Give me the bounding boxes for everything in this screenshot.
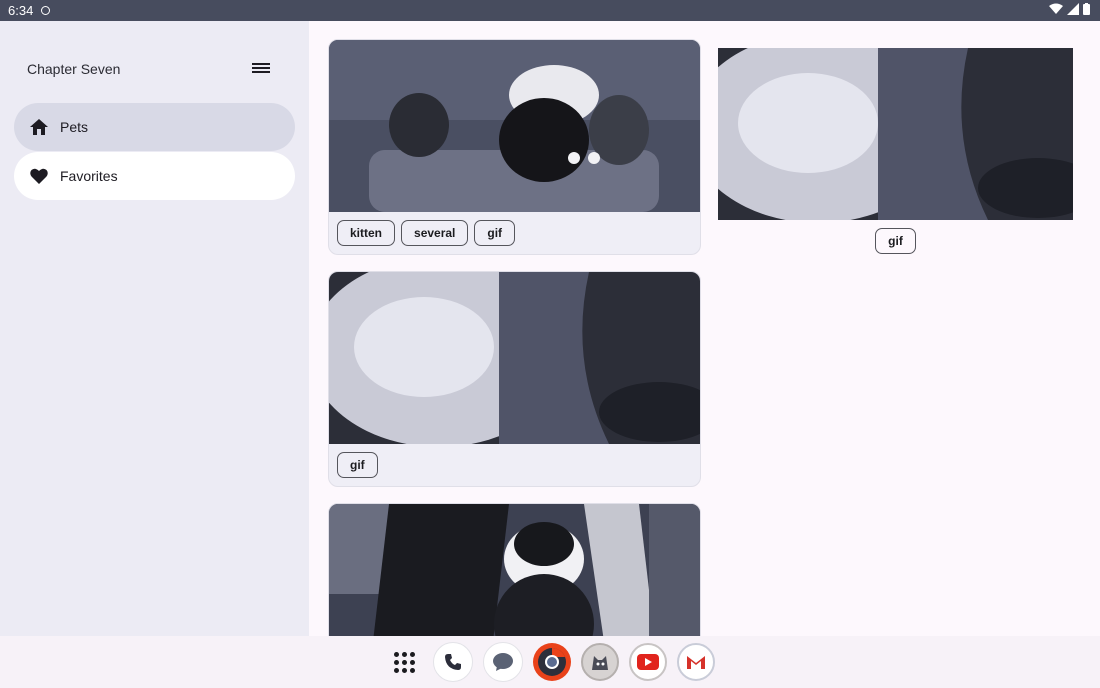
tag-chip[interactable]: gif <box>337 452 378 478</box>
tag-list: gif <box>329 444 700 486</box>
status-bar: 6:34 <box>0 0 1100 21</box>
nav-item-label: Pets <box>60 119 89 135</box>
cat-app-icon[interactable] <box>581 643 619 681</box>
status-time: 6:34 <box>8 3 34 18</box>
pet-image[interactable] <box>329 272 700 444</box>
pet-image[interactable] <box>718 48 1073 220</box>
menu-icon[interactable] <box>252 61 270 75</box>
tag-chip[interactable]: gif <box>474 220 516 246</box>
pet-card[interactable]: kitten several gif <box>328 39 701 255</box>
wifi-icon <box>1049 3 1063 14</box>
battery-icon <box>1083 3 1090 15</box>
nav-item-label: Favorites <box>60 168 118 184</box>
heart-icon <box>30 168 48 184</box>
nav-item-pets[interactable]: Pets <box>14 103 295 151</box>
gmail-icon[interactable] <box>677 643 715 681</box>
drawer-title: Chapter Seven <box>27 61 121 77</box>
youtube-icon[interactable] <box>629 643 667 681</box>
pet-image[interactable] <box>329 40 700 212</box>
notification-icon <box>41 6 51 15</box>
pet-image[interactable] <box>329 504 700 636</box>
app-drawer-icon[interactable] <box>385 643 423 681</box>
content-area: kitten several gif gif gif <box>309 21 1100 636</box>
tag-chip[interactable]: gif <box>875 228 916 254</box>
phone-icon[interactable] <box>433 642 473 682</box>
chrome-icon[interactable] <box>533 643 571 681</box>
pet-card[interactable]: gif <box>718 48 1073 262</box>
pet-card[interactable]: gif <box>328 271 701 487</box>
home-icon <box>30 119 48 135</box>
taskbar <box>0 636 1100 688</box>
tag-chip[interactable]: kitten <box>337 220 396 246</box>
tag-list: gif <box>718 220 1073 262</box>
status-icons <box>1049 3 1090 15</box>
signal-icon <box>1067 3 1079 15</box>
pet-card[interactable] <box>328 503 701 636</box>
navigation-drawer: Chapter Seven Pets Favorites <box>0 21 309 636</box>
tag-chip[interactable]: several <box>401 220 469 246</box>
tag-list: kitten several gif <box>329 212 700 254</box>
nav-item-favorites[interactable]: Favorites <box>14 152 295 200</box>
messages-icon[interactable] <box>483 642 523 682</box>
